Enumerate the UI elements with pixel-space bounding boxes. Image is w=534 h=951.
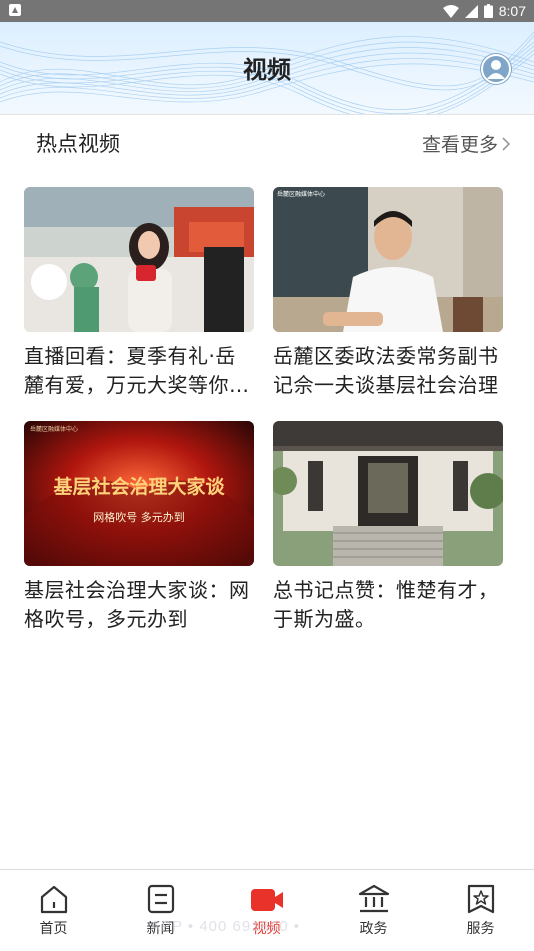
status-bar: 8:07 [0, 0, 534, 22]
nav-tab-video[interactable]: 视频 [213, 870, 320, 951]
page-header: 视频 [0, 22, 534, 114]
video-title: 基层社会治理大家谈：网格吹号，多元办到 [24, 578, 250, 631]
nav-label-news: 新闻 [146, 921, 175, 937]
see-more-label: 查看更多 [421, 134, 498, 156]
nav-tab-government[interactable]: 政务 [320, 870, 427, 951]
wifi-icon [442, 4, 459, 18]
nav-tab-home[interactable]: 首页 [0, 870, 107, 951]
video-card[interactable]: 基层社会治理大家谈 网格吹号 多元办到 岳麓区融媒体中心 基层社会治理大家谈：网… [24, 421, 254, 634]
video-title: 直播回看：夏季有礼·岳麓有爱，万元大奖等你来拿 [24, 344, 250, 397]
header-divider [0, 114, 534, 115]
thumbnail-corner-text: 岳麓区融媒体中心 [30, 425, 78, 433]
nav-label-government: 政务 [359, 921, 388, 937]
chevron-right-icon [502, 136, 511, 151]
thumbnail-corner-text: 岳麓区融媒体中心 [277, 190, 325, 198]
service-icon [467, 884, 495, 914]
video-thumbnail[interactable] [24, 187, 254, 332]
video-icon [251, 889, 283, 911]
signal-icon [464, 4, 478, 18]
news-icon [147, 884, 175, 914]
thumbnail-banner-subtitle: 网格吹号 多元办到 [93, 510, 185, 524]
nav-tab-service[interactable]: 服务 [427, 870, 534, 951]
bottom-navigation: 首页 新闻 视频 政务 服务 [0, 869, 534, 951]
video-card[interactable]: 岳麓区融媒体中心 岳麓区委政法委常务副书记佘一夫谈基层社会治理 [273, 187, 503, 400]
video-title: 岳麓区委政法委常务副书记佘一夫谈基层社会治理 [273, 344, 499, 397]
nav-label-home: 首页 [39, 921, 68, 937]
thumbnail-banner-title: 基层社会治理大家谈 [52, 475, 225, 498]
nav-tab-news[interactable]: 新闻 [107, 870, 214, 951]
status-time: 8:07 [498, 3, 526, 19]
see-more-link[interactable]: 查看更多 [422, 130, 512, 157]
notification-icon [9, 4, 21, 16]
video-title: 总书记点赞：惟楚有才，于斯为盛。 [273, 578, 499, 631]
section-title: 热点视频 [36, 132, 120, 156]
video-card[interactable]: 总书记点赞：惟楚有才，于斯为盛。 [273, 421, 503, 634]
nav-label-service: 服务 [466, 921, 495, 937]
page-title: 视频 [243, 56, 291, 84]
nav-label-video: 视频 [252, 921, 281, 937]
battery-icon [483, 4, 493, 18]
user-avatar-icon[interactable] [479, 52, 513, 86]
government-icon [358, 884, 390, 913]
video-card[interactable]: 直播回看：夏季有礼·岳麓有爱，万元大奖等你来拿 [24, 187, 254, 400]
video-thumbnail[interactable]: 岳麓区融媒体中心 [273, 187, 503, 332]
home-icon [40, 885, 68, 914]
video-thumbnail[interactable] [273, 421, 503, 566]
video-thumbnail[interactable]: 基层社会治理大家谈 网格吹号 多元办到 岳麓区融媒体中心 [24, 421, 254, 566]
